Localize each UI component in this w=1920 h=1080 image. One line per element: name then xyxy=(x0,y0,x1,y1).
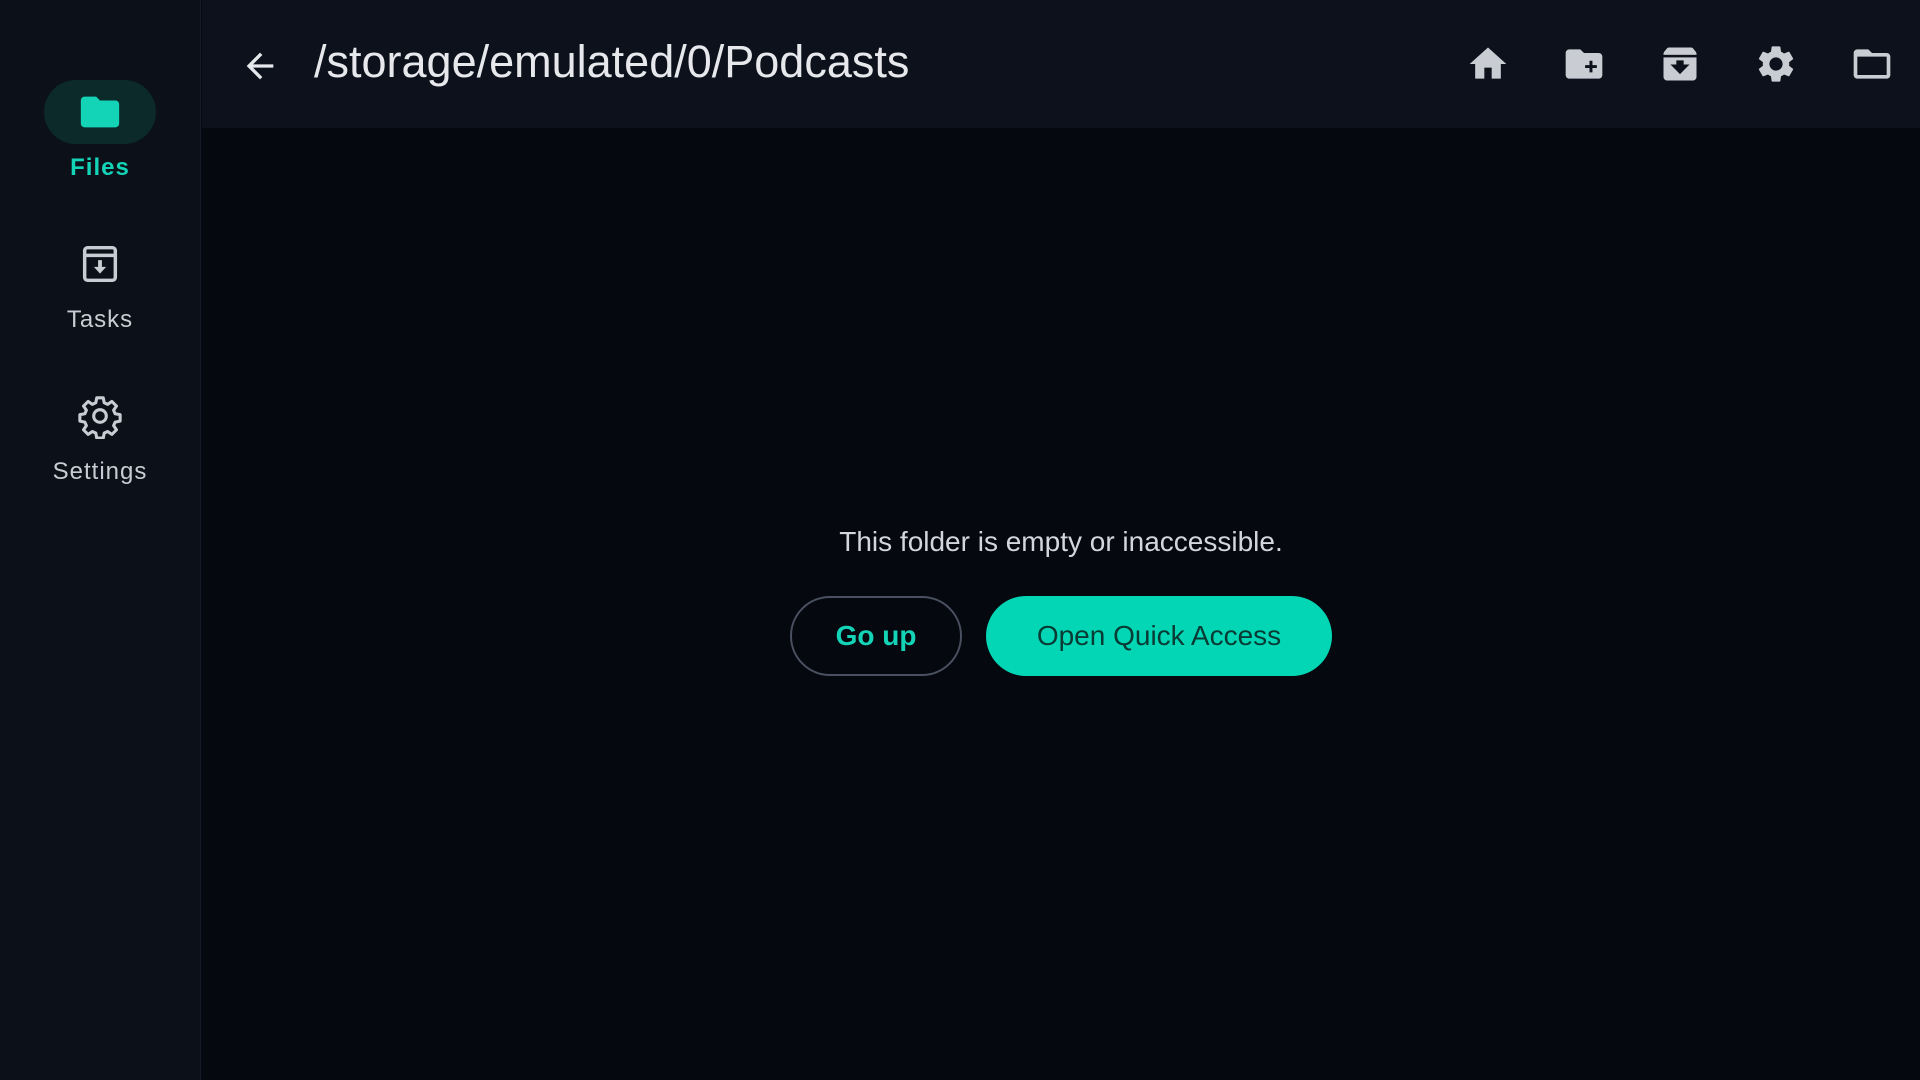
empty-state-actions: Go up Open Quick Access xyxy=(202,596,1920,676)
sidebar-item-files[interactable]: Files xyxy=(0,80,200,182)
new-folder-button[interactable] xyxy=(1536,32,1632,96)
app-window: Files Tasks Settings /storage/emulated/0… xyxy=(0,0,1920,1080)
nav-icon-container xyxy=(44,232,156,296)
top-app-bar: /storage/emulated/0/Podcasts xyxy=(202,0,1920,128)
sidebar-item-label: Tasks xyxy=(66,306,134,333)
toolbar xyxy=(1440,32,1920,96)
folder-outline-icon xyxy=(1853,49,1891,79)
sidebar-item-label: Settings xyxy=(52,458,148,485)
arrow-back-icon xyxy=(246,52,274,80)
folder-icon xyxy=(80,96,120,128)
folder-button[interactable] xyxy=(1824,32,1920,96)
sidebar-item-label: Files xyxy=(70,154,130,181)
empty-state-message: This folder is empty or inaccessible. xyxy=(839,526,1283,557)
home-button[interactable] xyxy=(1440,32,1536,96)
archive-button[interactable] xyxy=(1632,32,1728,96)
sidebar-item-settings[interactable]: Settings xyxy=(0,384,200,486)
gear-icon xyxy=(1758,46,1794,82)
archive-download-icon xyxy=(1663,47,1697,81)
sidebar-item-tasks[interactable]: Tasks xyxy=(0,232,200,334)
back-button[interactable] xyxy=(234,40,286,92)
file-list-area: This folder is empty or inaccessible. Go… xyxy=(202,128,1920,1080)
nav-icon-container xyxy=(44,384,156,448)
archive-download-icon xyxy=(82,245,118,283)
current-path: /storage/emulated/0/Podcasts xyxy=(314,36,910,87)
folder-plus-icon xyxy=(1565,49,1603,79)
gear-outline-icon xyxy=(78,396,122,439)
go-up-button[interactable]: Go up xyxy=(790,596,962,676)
sidebar: Files Tasks Settings xyxy=(0,0,201,1080)
open-quick-access-button[interactable]: Open Quick Access xyxy=(986,596,1332,676)
home-icon xyxy=(1469,47,1507,79)
settings-button[interactable] xyxy=(1728,32,1824,96)
nav-icon-container xyxy=(44,80,156,144)
